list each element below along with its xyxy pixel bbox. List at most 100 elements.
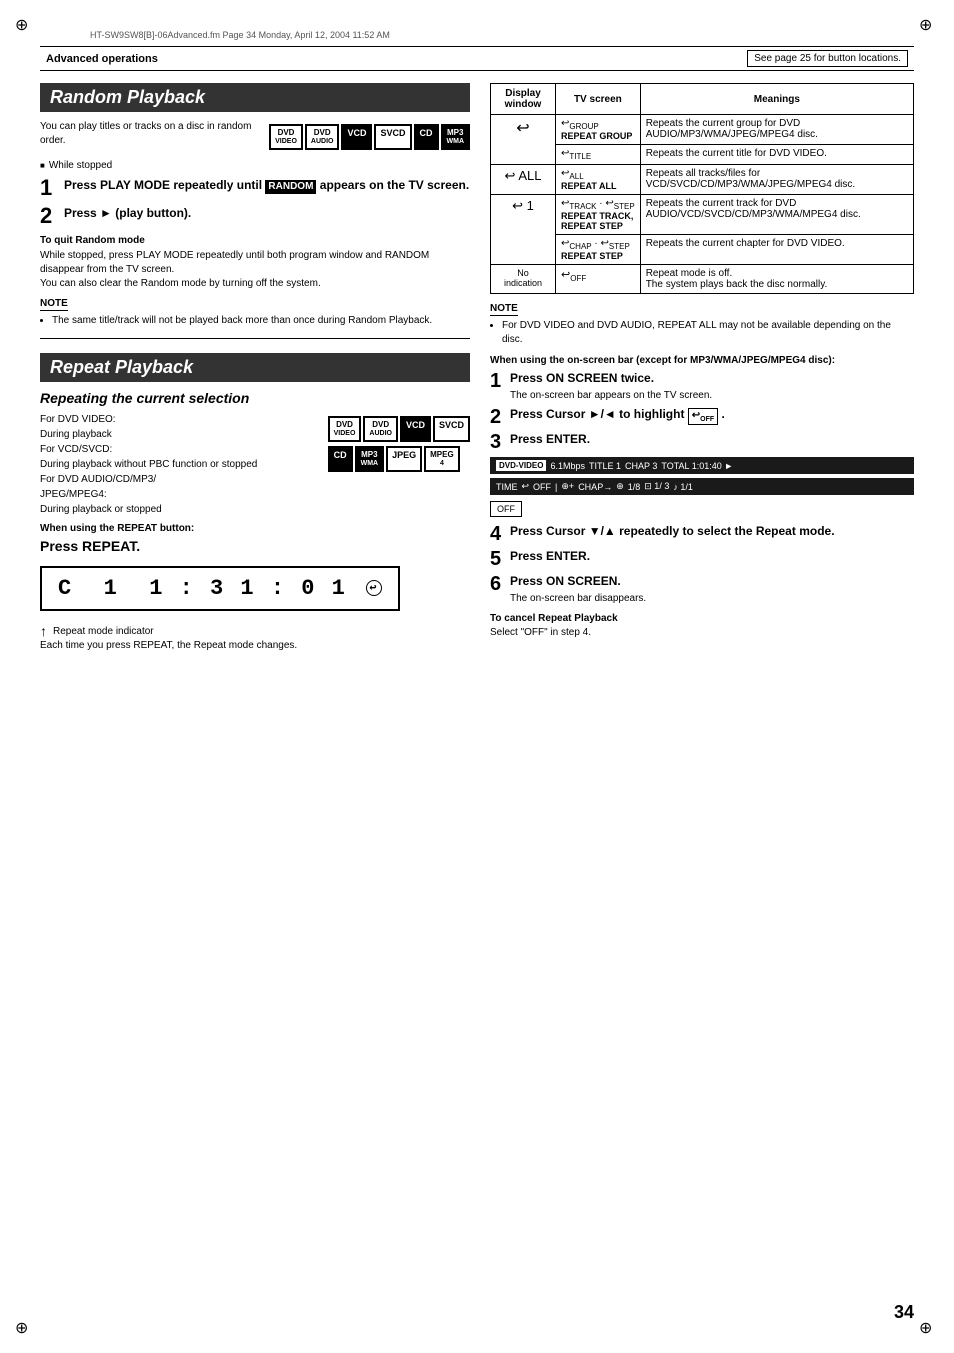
table-cell-meaning-off: Repeat mode is off.The system plays back… xyxy=(640,265,913,294)
random-highlight: RANDOM xyxy=(265,180,316,194)
table-cell-tv-track: ↩TRACK · ↩STEP REPEAT TRACK,REPEAT STEP xyxy=(556,195,641,235)
quit-text-2: disappear from the TV screen.You can als… xyxy=(40,264,321,289)
onscreen-step-2-end: . xyxy=(722,407,725,421)
badge-mp3-wma: MP3 WMA xyxy=(441,124,471,150)
table-cell-meaning-track: Repeats the current track for DVD AUDIO/… xyxy=(640,195,913,235)
when-using-repeat-heading: When using the REPEAT button: xyxy=(40,523,470,534)
title-display-icon: ↩TITLE xyxy=(561,148,635,161)
table-cell-meaning-group: Repeats the current group for DVD AUDIO/… xyxy=(640,115,913,145)
random-note: NOTE The same title/track will not be pl… xyxy=(40,297,470,328)
repeat-badge-jpeg: JPEG xyxy=(386,446,422,472)
repeat-badge-row-1: DVD VIDEO DVD AUDIO VCD SVCD xyxy=(328,416,470,442)
badge-dvdaudio-top: DVD xyxy=(311,128,334,138)
table-cell-tv-step: ↩CHAP · ↩STEP REPEAT STEP xyxy=(556,235,641,265)
step-1-text-c: appears on the TV screen. xyxy=(320,178,469,192)
corner-mark-tr: ⊕ xyxy=(919,15,939,35)
repeat-badge-mp3-wma: MP3 WMA xyxy=(355,446,385,472)
advanced-ops-bar: Advanced operations See page 25 for butt… xyxy=(40,46,914,71)
table-cell-display-noind: Noindication xyxy=(491,265,556,294)
dvd-chap-arrow: CHAP→ xyxy=(578,482,612,492)
dvd-chap-count: ⊡ 1/ 3 xyxy=(644,481,669,492)
group-icon: ↩ xyxy=(496,118,550,138)
left-column: Random Playback You can play titles or t… xyxy=(40,83,470,657)
repeat-sub-title: Repeating the current selection xyxy=(40,390,470,406)
for-vcd-svcd: For VCD/SVCD: xyxy=(40,444,112,455)
divider-1 xyxy=(40,338,470,339)
onscreen-step-6: 6 Press ON SCREEN. The on-screen bar dis… xyxy=(490,574,914,605)
badge-dvd-bottom: VIDEO xyxy=(275,138,297,146)
table-cell-meaning-title: Repeats the current title for DVD VIDEO. xyxy=(640,145,913,165)
dvd-status-bar: DVD-VIDEO 6.1Mbps TITLE 1 CHAP 3 TOTAL 1… xyxy=(490,457,914,474)
repeat-badge-cd: CD xyxy=(328,446,353,472)
repeat-badge-row-2: CD MP3 WMA JPEG MPEG 4 xyxy=(328,446,470,472)
onscreen-step-1-content: Press ON SCREEN twice. The on-screen bar… xyxy=(510,371,712,402)
onscreen-step-4-content: Press Cursor ▼/▲ repeatedly to select th… xyxy=(510,524,835,540)
onscreen-step-6-num: 6 xyxy=(490,574,506,594)
badge-dvd-top: DVD xyxy=(275,128,297,138)
onscreen-step-6-text: Press ON SCREEN. xyxy=(510,574,621,588)
step-2-content: Press ► (play button). xyxy=(64,205,191,222)
onscreen-step-1-num: 1 xyxy=(490,371,506,391)
repeat-badge-dvd-audio: DVD AUDIO xyxy=(363,416,398,442)
onscreen-section: When using the on-screen bar (except for… xyxy=(490,355,914,638)
off-box-row: OFF xyxy=(490,499,914,519)
onscreen-heading: When using the on-screen bar (except for… xyxy=(490,355,914,366)
badge-vcd: VCD xyxy=(341,124,372,150)
repeat-badge-mpeg4: MPEG 4 xyxy=(424,446,460,472)
dvd-video-label: DVD-VIDEO xyxy=(496,460,546,471)
step-1-content: Press PLAY MODE repeatedly until RANDOM … xyxy=(64,177,469,194)
table-cell-tv-off: ↩OFF xyxy=(556,265,641,294)
table-row: Noindication ↩OFF Repeat mode is off.The… xyxy=(491,265,914,294)
table-row: ↩ 1 ↩TRACK · ↩STEP REPEAT TRACK,REPEAT S… xyxy=(491,195,914,235)
all-display-icon: ↩ALL xyxy=(561,168,635,181)
random-intro-row: You can play titles or tracks on a disc … xyxy=(40,120,470,154)
dvd-cd-icon: ⊕ xyxy=(616,481,624,492)
dvd-pipe: | xyxy=(555,482,557,492)
random-note-bullet: The same title/track will not be played … xyxy=(52,314,470,328)
repeat-display: C 1 1 : 3 1 : 0 1 ↩ xyxy=(40,566,400,611)
badge-dvdaudio-bottom: AUDIO xyxy=(311,138,334,146)
random-intro-text: You can play titles or tracks on a disc … xyxy=(40,120,259,148)
onscreen-step-5-content: Press ENTER. xyxy=(510,549,590,565)
onscreen-step-1-sub: The on-screen bar appears on the TV scre… xyxy=(510,390,712,401)
badge-dvd-video: DVD VIDEO xyxy=(269,124,303,150)
dvd-status-bar-2: TIME ↩ OFF | ⊕+ CHAP→ ⊕ 1/8 ⊡ 1/ 3 ♪ 1/1 xyxy=(490,478,914,495)
onscreen-step-5-num: 5 xyxy=(490,549,506,569)
display-box-wrapper: C 1 1 : 3 1 : 0 1 ↩ ↑ Repeat mode indica… xyxy=(40,558,470,639)
dvd-speed: 6.1Mbps xyxy=(550,461,585,471)
step-2-num: 2 xyxy=(40,205,58,227)
table-cell-tv-all: ↩ALL REPEAT ALL xyxy=(556,165,641,195)
repeat-section: Repeat Playback Repeating the current se… xyxy=(40,353,470,653)
repeat-badge-dvd-video: DVD VIDEO xyxy=(328,416,362,442)
repeat-badge-vcd: VCD xyxy=(400,416,431,442)
corner-mark-bl: ⊕ xyxy=(15,1318,35,1338)
badge-row-1: DVD VIDEO DVD AUDIO VCD SVCD CD MP3 WMA xyxy=(269,124,470,150)
repeat-track-label: REPEAT TRACK,REPEAT STEP xyxy=(561,211,635,231)
dvd-plus: ⊕+ xyxy=(561,481,574,492)
quit-text: While stopped, press PLAY MODE repeatedl… xyxy=(40,249,470,291)
onscreen-step-3: 3 Press ENTER. xyxy=(490,432,914,452)
group-display-icon: ↩GROUP xyxy=(561,118,635,131)
random-badges: DVD VIDEO DVD AUDIO VCD SVCD CD MP3 WMA xyxy=(269,120,470,154)
repeat-group-label: REPEAT GROUP xyxy=(561,131,635,141)
while-stopped-text: While stopped xyxy=(49,160,112,171)
page-number: 34 xyxy=(894,1302,914,1323)
onscreen-step-2-content: Press Cursor ►/◄ to highlight ↩OFF . xyxy=(510,407,725,425)
one-icon: ↩ 1 xyxy=(496,198,550,214)
onscreen-step-3-num: 3 xyxy=(490,432,506,452)
file-info: HT-SW9SW8[B]-06Advanced.fm Page 34 Monda… xyxy=(90,30,914,40)
each-time-text: Each time you press REPEAT, the Repeat m… xyxy=(40,639,470,653)
badge-mp3-bottom: WMA xyxy=(447,138,465,146)
repeat-badges: DVD VIDEO DVD AUDIO VCD SVCD CD xyxy=(328,412,470,517)
cancel-heading: To cancel Repeat Playback xyxy=(490,613,914,624)
for-dvd-video: For DVD VIDEO: xyxy=(40,414,116,425)
repeat-badge-svcd: SVCD xyxy=(433,416,470,442)
table-row: ↩ ↩GROUP REPEAT GROUP Repeats the curren… xyxy=(491,115,914,145)
badge-svcd: SVCD xyxy=(374,124,411,150)
dvd-time: TIME xyxy=(496,482,518,492)
repeat-intro-row: For DVD VIDEO: During playback For VCD/S… xyxy=(40,412,470,517)
repeat-mode-arrow: ↩ xyxy=(366,580,382,596)
onscreen-step-2-num: 2 xyxy=(490,407,506,427)
track-display-icon: ↩TRACK · ↩STEP xyxy=(561,198,635,211)
off-icon-box: ↩OFF xyxy=(688,408,718,425)
